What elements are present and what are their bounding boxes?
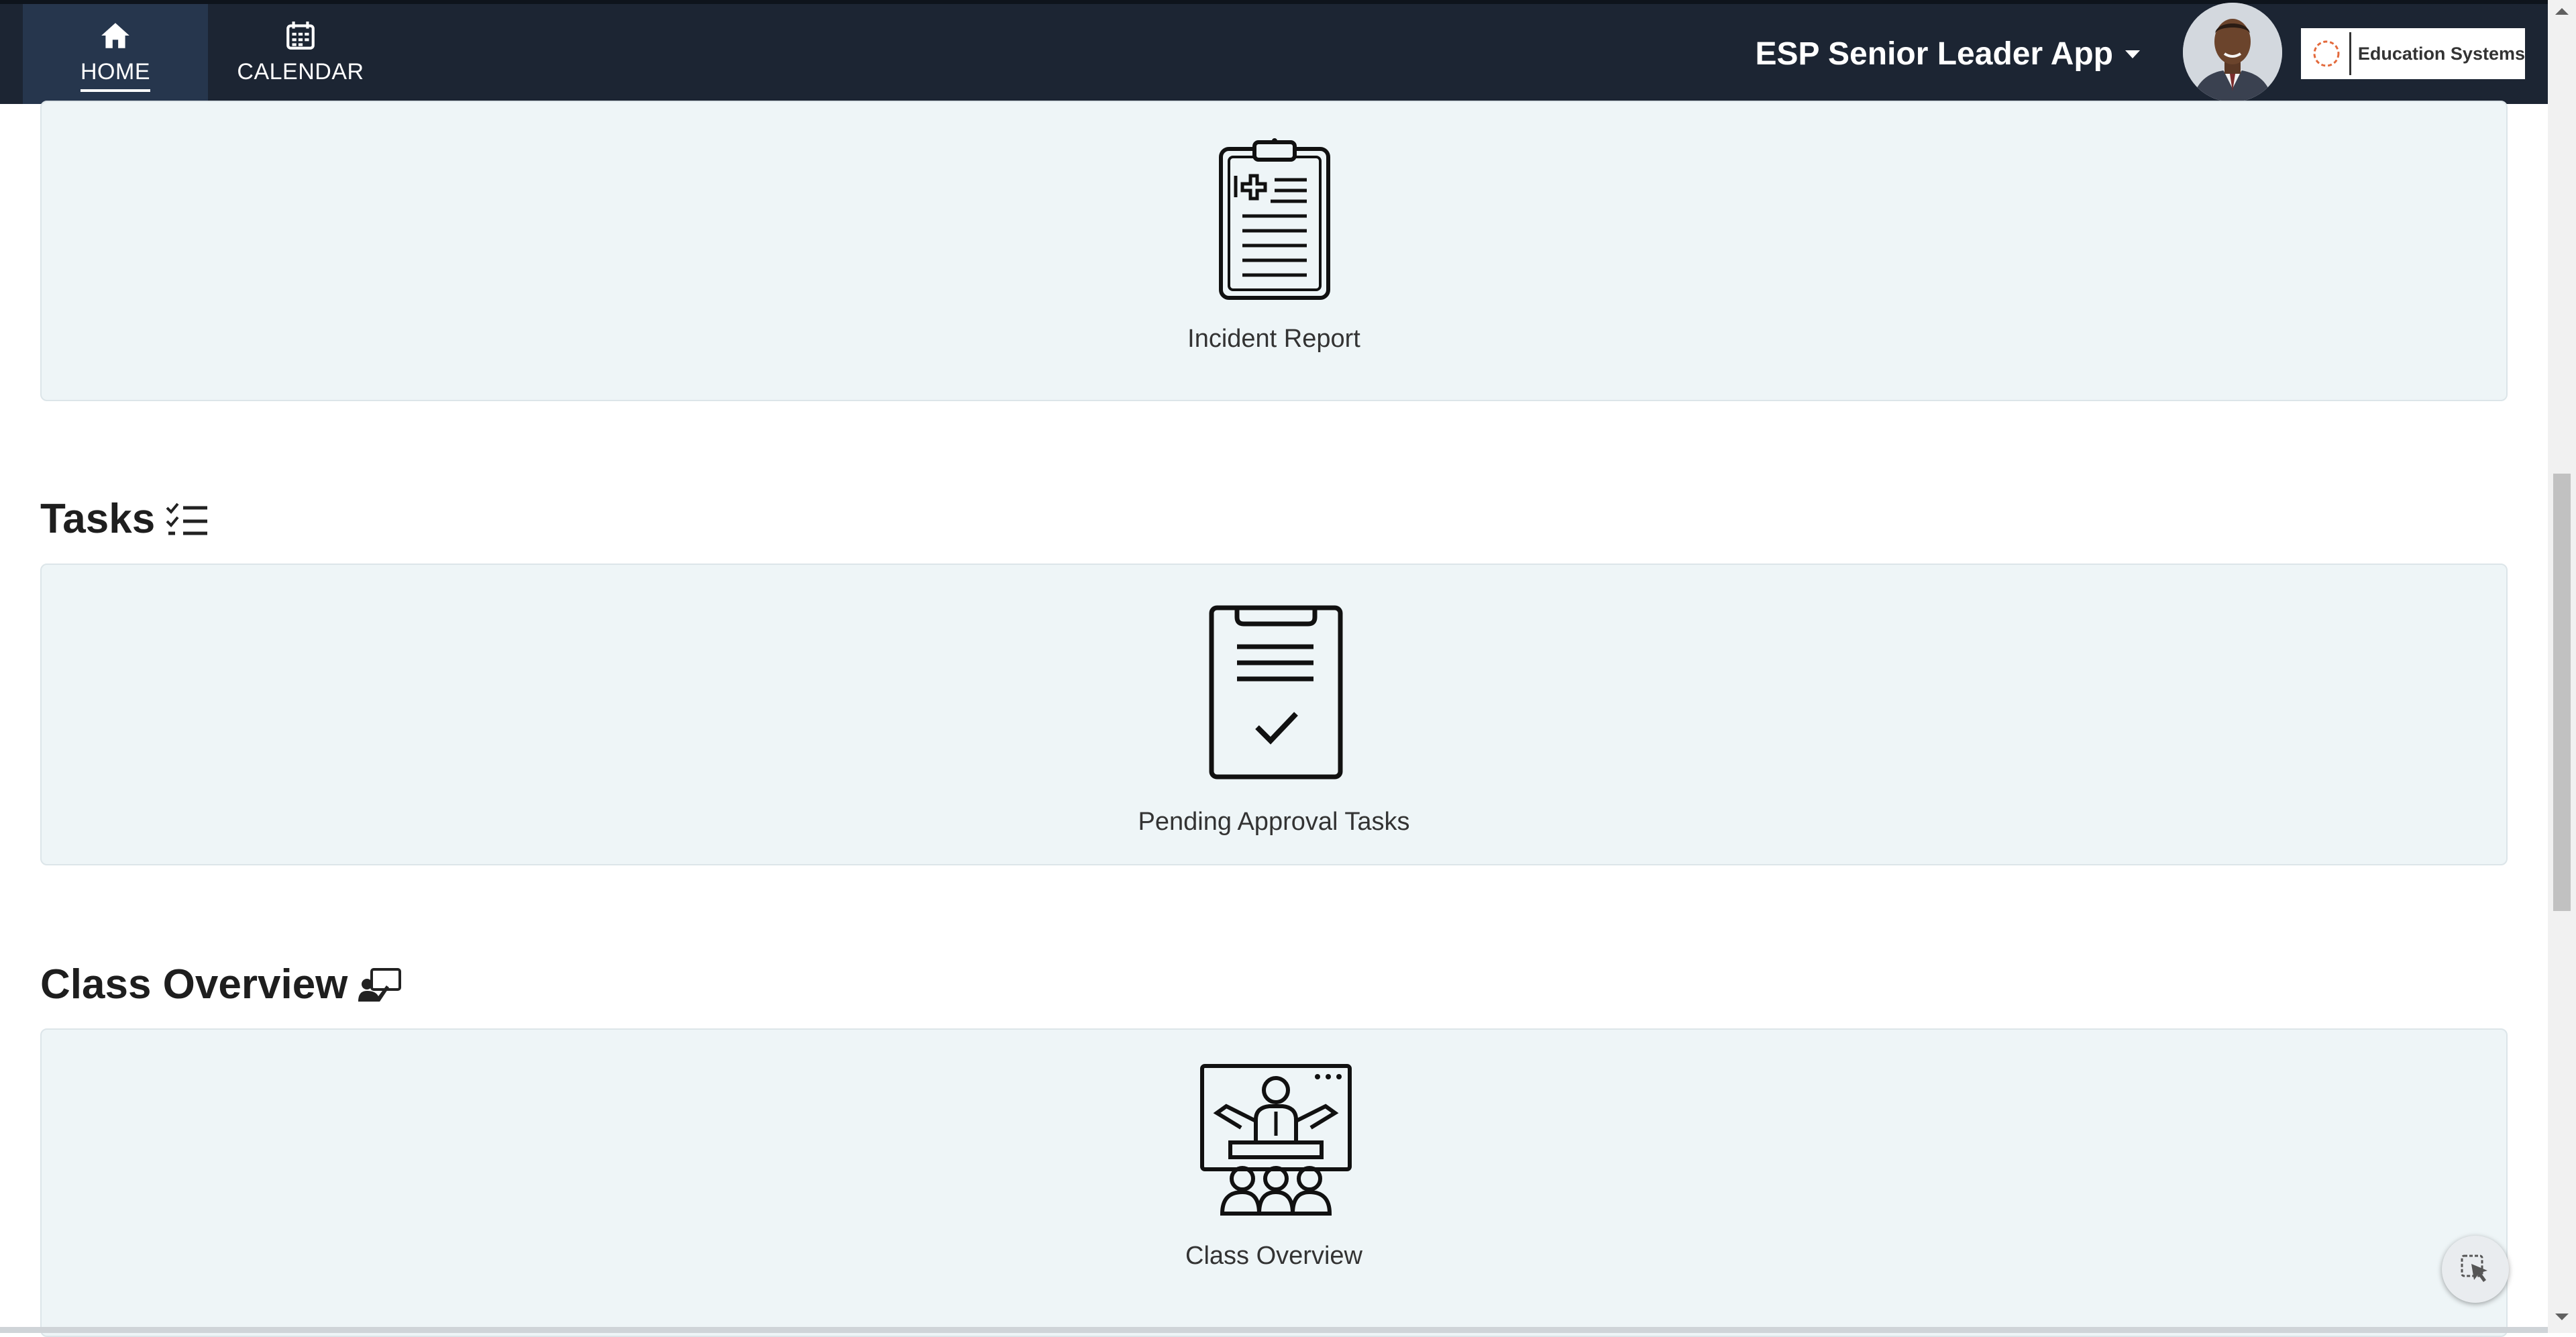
presenter-icon [358,967,402,1002]
classroom-teacher-icon [1200,1064,1352,1216]
pending-approval-tasks-label: Pending Approval Tasks [1138,808,1410,836]
top-nav-bar: HOME CALENDAR ESP Senior Leader App [0,0,2548,104]
nav-home-label: HOME [80,59,150,92]
class-overview-label: Class Overview [1185,1242,1362,1270]
section-title-tasks: Tasks [40,495,210,543]
scroll-down-arrow-icon[interactable] [2555,1314,2569,1320]
chevron-down-icon [2125,50,2140,58]
scroll-up-arrow-icon[interactable] [2555,8,2569,15]
scrollbar-thumb[interactable] [2553,474,2571,911]
calendar-icon [286,21,315,50]
pending-approval-tasks-card[interactable]: Pending Approval Tasks [40,564,2508,865]
cursor-select-icon [2461,1254,2487,1282]
nav-calendar-label: CALENDAR [237,59,364,85]
education-systems-logo: Education Systems [2301,28,2525,79]
logo-text: Education Systems [2357,43,2525,64]
class-overview-title: Class Overview [40,961,348,1008]
app-switcher-dropdown[interactable]: ESP Senior Leader App [1756,4,2140,104]
task-list-icon [166,502,208,535]
clipboard-check-icon [1209,605,1343,780]
nav-calendar-button[interactable]: CALENDAR [208,4,393,104]
home-icon [101,23,129,48]
tasks-title: Tasks [40,496,156,542]
pointer-select-button[interactable] [2442,1236,2509,1303]
section-title-class-overview: Class Overview [40,961,402,1008]
bottom-divider [0,1327,2548,1333]
logo-mark-icon [2313,40,2340,67]
clipboard-medical-icon [1219,138,1330,300]
nav-home-button[interactable]: HOME [23,4,208,104]
incident-report-card[interactable]: Incident Report [40,101,2508,401]
user-avatar[interactable] [2183,3,2282,102]
app-title: ESP Senior Leader App [1755,36,2113,72]
incident-report-label: Incident Report [1187,325,1360,353]
logo-divider [2349,32,2351,75]
class-overview-card[interactable]: Class Overview [40,1028,2508,1337]
